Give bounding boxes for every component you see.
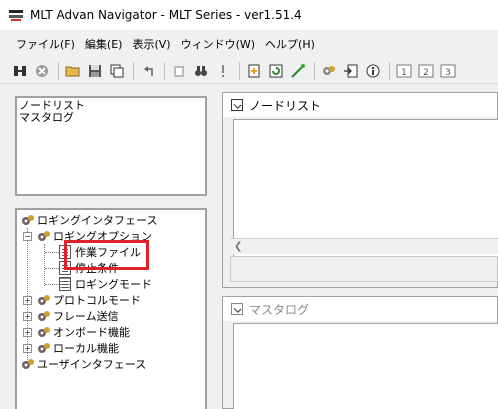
gear-icon — [38, 231, 50, 241]
scroll-left-icon[interactable]: ❮ — [234, 241, 242, 252]
tree-item-label: オンボード機能 — [53, 326, 130, 339]
node-list-window-title: ノードリスト — [249, 98, 322, 113]
horizontal-scrollbar[interactable]: ❮ — [230, 238, 498, 254]
tree-item-label: ローカル機能 — [53, 342, 119, 355]
tree-connector — [45, 268, 59, 269]
binoculars-icon[interactable] — [191, 61, 211, 81]
tree-item-logging-mode[interactable]: ロギングモード — [59, 276, 152, 292]
tree-item-frame-send[interactable]: フレーム送信 — [37, 308, 119, 324]
mastalog-window-title: マスタログ — [249, 302, 310, 317]
pane-splitter[interactable] — [210, 84, 218, 409]
status-strip — [230, 256, 498, 282]
open-folder-icon[interactable] — [63, 61, 83, 81]
tree-item-local[interactable]: ローカル機能 — [37, 340, 119, 356]
tree-connector — [44, 244, 45, 286]
expand-icon[interactable]: + — [23, 344, 32, 353]
wand-icon[interactable] — [288, 61, 308, 81]
connect-icon[interactable] — [10, 61, 30, 81]
node-list-window-titlebar[interactable]: ノードリスト — [223, 93, 497, 117]
tree-item-logging-interface[interactable]: ロギングインタフェース — [21, 212, 157, 228]
window-title: MLT Advan Navigator - MLT Series - ver1.… — [30, 8, 302, 22]
menu-file[interactable]: ファイル(F) — [16, 36, 75, 52]
menu-help[interactable]: ヘルプ(H) — [265, 36, 315, 52]
stop-icon[interactable] — [32, 61, 52, 81]
toolbar-separator — [133, 61, 134, 80]
svg-text:1: 1 — [401, 68, 407, 78]
refresh-icon[interactable] — [266, 61, 286, 81]
menu-bar: ファイル(F) 編集(E) 表示(V) ウィンドウ(W) ヘルプ(H) — [0, 30, 498, 58]
toolbar-separator — [314, 61, 315, 80]
menu-window[interactable]: ウィンドウ(W) — [181, 36, 255, 52]
expand-icon[interactable]: + — [23, 296, 32, 305]
gear-icon — [22, 215, 34, 225]
mastalog-window: マスタログ — [222, 296, 498, 409]
toolbar: 1 2 3 — [0, 58, 498, 84]
tree-item-onboard[interactable]: オンボード機能 — [37, 324, 130, 340]
toolbar-separator — [164, 61, 165, 80]
menu-edit[interactable]: 編集(E) — [85, 36, 123, 52]
grid-icon — [59, 277, 71, 291]
save-icon[interactable] — [85, 61, 105, 81]
copy-window-icon[interactable] — [107, 61, 127, 81]
window-3-icon[interactable]: 3 — [438, 61, 458, 81]
settings-tree-panel: ロギングインタフェース − ロギングオプション 作業ファイル 停止条件 ロギング… — [15, 208, 207, 409]
menu-view[interactable]: 表示(V) — [132, 36, 170, 52]
mastalog-window-titlebar[interactable]: マスタログ — [223, 297, 497, 321]
tree-item-user-interface[interactable]: ユーザインタフェース — [21, 356, 146, 372]
exclamation-icon[interactable] — [213, 61, 233, 81]
title-bar: MLT Advan Navigator - MLT Series - ver1.… — [0, 0, 498, 30]
window-icon — [231, 99, 243, 111]
highlight-annotation — [64, 240, 149, 270]
expand-icon[interactable]: + — [23, 328, 32, 337]
gear-icon — [38, 343, 50, 353]
gear-icon[interactable] — [319, 61, 339, 81]
gear-icon — [38, 311, 50, 321]
tree-item-protocol-mode[interactable]: プロトコルモード — [37, 292, 141, 308]
window-2-icon[interactable]: 2 — [416, 61, 436, 81]
window-1-icon[interactable]: 1 — [394, 61, 414, 81]
tree-item-label: ロギングモード — [75, 278, 152, 291]
window-list-item-mastalog[interactable]: マスタログ — [19, 112, 74, 124]
toolbar-separator — [239, 61, 240, 80]
undo-icon[interactable] — [138, 61, 158, 81]
tree-item-label: ロギングインタフェース — [37, 214, 158, 227]
svg-text:2: 2 — [423, 68, 429, 78]
tree-connector — [45, 252, 59, 253]
import-icon[interactable] — [341, 61, 361, 81]
tree-connector — [45, 284, 59, 285]
toolbar-separator — [58, 61, 59, 80]
svg-text:3: 3 — [445, 68, 451, 78]
info-icon[interactable] — [363, 61, 383, 81]
gear-icon — [38, 295, 50, 305]
gear-icon — [22, 359, 34, 369]
tree-item-label: プロトコルモード — [53, 294, 141, 307]
tree-item-label: フレーム送信 — [53, 310, 119, 323]
app-logo-icon — [8, 7, 24, 23]
gear-icon — [38, 327, 50, 337]
collapse-icon[interactable]: − — [23, 232, 32, 241]
new-doc-icon[interactable] — [244, 61, 264, 81]
paste-icon[interactable] — [169, 61, 189, 81]
window-icon — [231, 303, 243, 315]
mastalog-content — [233, 323, 498, 409]
expand-icon[interactable]: + — [23, 312, 32, 321]
window-list-panel: ノードリスト マスタログ — [15, 96, 207, 196]
tree-item-label: ユーザインタフェース — [37, 358, 147, 371]
toolbar-separator — [389, 61, 390, 80]
